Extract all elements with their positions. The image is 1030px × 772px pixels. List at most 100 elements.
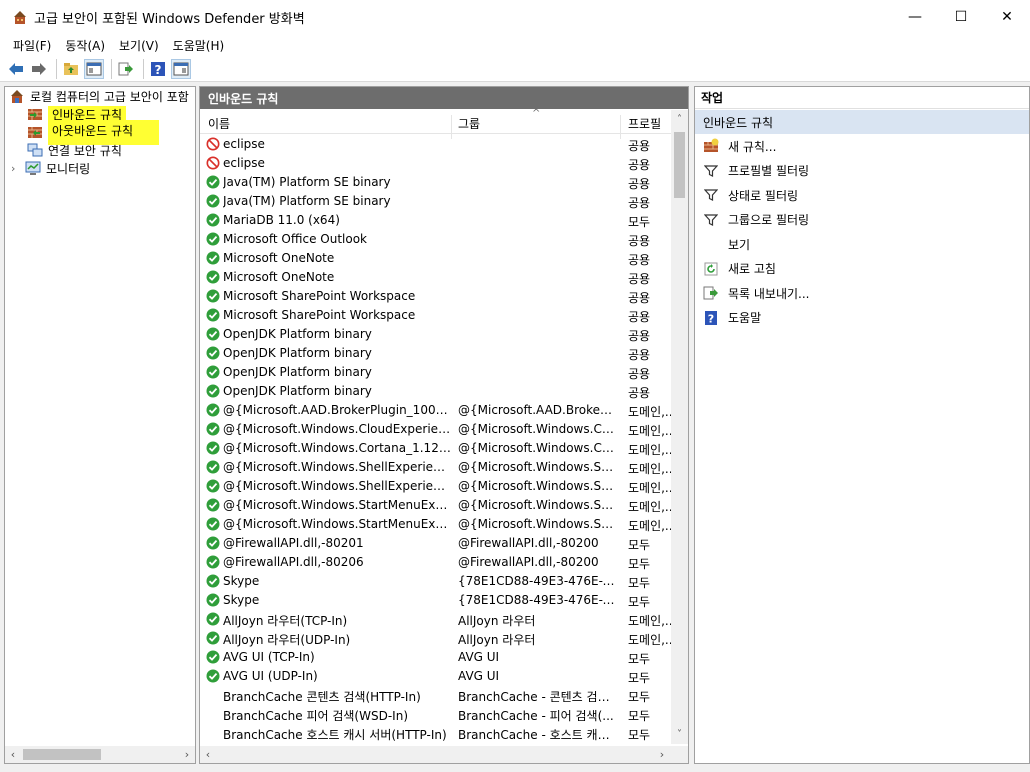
tree-item-monitoring[interactable]: › 모니터링 [11,159,90,177]
action-item[interactable]: 상태로 필터링 [695,183,1029,208]
table-row[interactable]: @{Microsoft.Windows.Cortana_1.12.3.1... @… [200,439,672,458]
table-row[interactable]: AVG UI (TCP-In) AVG UI 모두 [200,648,672,667]
scroll-up-icon[interactable]: ˄ [671,114,688,125]
connection-security-icon [27,143,43,157]
back-button[interactable] [6,59,26,79]
rule-profile: 모두 [628,652,651,666]
rule-profile: 모두 [628,557,651,571]
up-folder-button[interactable] [61,59,81,79]
close-button[interactable]: ✕ [984,0,1030,34]
menu-action[interactable]: 동작(A) [58,37,112,54]
table-row[interactable]: @{Microsoft.Windows.CloudExperience... @{… [200,420,672,439]
table-row[interactable]: AllJoyn 라우터(TCP-In) AllJoyn 라우터 도메인,... [200,610,672,629]
table-row[interactable]: Skype {78E1CD88-49E3-476E-B9... 모두 [200,572,672,591]
column-name-header[interactable]: 이름 [208,115,230,132]
scroll-down-icon[interactable]: ˅ [671,729,688,740]
table-row[interactable]: OpenJDK Platform binary 공용 [200,363,672,382]
table-row[interactable]: @FirewallAPI.dll,-80206 @FirewallAPI.dll,… [200,553,672,572]
menu-bar: 파일(F) 동작(A) 보기(V) 도움말(H) [0,34,1030,56]
rule-profile: 공용 [628,310,651,324]
table-row[interactable]: OpenJDK Platform binary 공용 [200,344,672,363]
allow-rule-icon [206,175,220,189]
rule-profile: 도메인,... [628,405,672,419]
help-button[interactable]: ? [148,59,168,79]
allow-rule-icon [206,612,220,626]
menu-view[interactable]: 보기(V) [112,37,166,54]
rule-group: AVG UI [458,650,500,664]
tree-item-outbound-rules[interactable]: 아웃바운드 규칙 [27,119,160,145]
forward-button[interactable] [29,59,49,79]
table-row[interactable]: BranchCache 피어 검색(WSD-In) BranchCache - 피… [200,705,672,724]
table-row[interactable]: Microsoft OneNote 공용 [200,249,672,268]
filter-icon [703,187,719,203]
scroll-thumb[interactable] [23,749,101,760]
rule-profile: 모두 [628,576,651,590]
expand-chevron-icon[interactable]: › [11,162,25,175]
table-row[interactable]: @{Microsoft.Windows.StartMenuExperie... @… [200,515,672,534]
table-row[interactable]: MariaDB 11.0 (x64) 모두 [200,211,672,230]
maximize-button[interactable]: ☐ [938,0,984,34]
tree-root[interactable]: 로컬 컴퓨터의 고급 보안이 포함 [9,87,189,105]
allow-rule-icon [206,479,220,493]
tree-horizontal-scrollbar[interactable]: ‹ › [5,746,195,763]
rule-name: Skype [223,574,260,588]
table-row[interactable]: @FirewallAPI.dll,-80201 @FirewallAPI.dll,… [200,534,672,553]
actions-section-inbound-rules[interactable]: 인바운드 규칙 [695,110,1029,134]
allow-rule-icon [206,593,220,607]
action-item[interactable]: 새로 고침 [695,257,1029,282]
table-row[interactable]: BranchCache 호스트 캐시 서버(HTTP-In) BranchCach… [200,724,672,743]
rule-group: @{Microsoft.Windows.Shell... [458,479,616,493]
table-row[interactable]: Skype {78E1CD88-49E3-476E-B9... 모두 [200,591,672,610]
action-item[interactable]: ? 도움말 [695,306,1029,331]
tree-item-connection-security-rules[interactable]: 연결 보안 규칙 [27,141,122,159]
scroll-right-icon[interactable]: › [179,748,195,761]
list-vertical-scrollbar[interactable]: ˄ ˅ [671,110,688,744]
show-hide-console-tree-button[interactable] [84,58,104,79]
list-horizontal-scrollbar[interactable]: ‹ › [200,746,688,763]
table-row[interactable]: Microsoft SharePoint Workspace 공용 [200,306,672,325]
table-row[interactable]: Java(TM) Platform SE binary 공용 [200,192,672,211]
table-row[interactable]: Microsoft OneNote 공용 [200,268,672,287]
table-row[interactable]: AVG UI (UDP-In) AVG UI 모두 [200,667,672,686]
scroll-left-icon[interactable]: ‹ [5,748,21,761]
export-list-button[interactable] [116,59,136,79]
rule-profile: 모두 [628,690,651,704]
table-row[interactable]: eclipse 공용 [200,135,672,154]
table-row[interactable]: Microsoft Office Outlook 공용 [200,230,672,249]
rule-profile: 도메인,... [628,443,672,457]
column-profile-header[interactable]: 프로필 [628,115,661,132]
scroll-left-icon[interactable]: ‹ [200,748,216,761]
table-row[interactable]: OpenJDK Platform binary 공용 [200,382,672,401]
table-row[interactable]: @{Microsoft.Windows.ShellExperienceH... @… [200,458,672,477]
action-item[interactable]: 목록 내보내기... [695,281,1029,306]
rule-group: @{Microsoft.AAD.BrokerPlu... [458,403,616,417]
help-icon: ? [703,310,719,326]
outbound-rules-icon [28,127,42,138]
table-row[interactable]: BranchCache 콘텐츠 검색(HTTP-In) BranchCache -… [200,686,672,705]
minimize-button[interactable]: — [892,0,938,34]
blank-icon-slot [703,236,719,252]
action-item[interactable]: 그룹으로 필터링 [695,208,1029,233]
table-row[interactable]: @{Microsoft.Windows.ShellExperienceH... @… [200,477,672,496]
rule-name: @{Microsoft.Windows.Cortana_1.12.3.1... [223,441,451,455]
scroll-right-icon[interactable]: › [654,748,670,761]
table-row[interactable]: Microsoft SharePoint Workspace 공용 [200,287,672,306]
table-row[interactable]: AllJoyn 라우터(UDP-In) AllJoyn 라우터 도메인,... [200,629,672,648]
action-item[interactable]: 프로필별 필터링 [695,159,1029,184]
filter-icon [703,163,719,179]
menu-file[interactable]: 파일(F) [6,37,58,54]
table-row[interactable]: eclipse 공용 [200,154,672,173]
menu-help[interactable]: 도움말(H) [166,37,232,54]
scroll-thumb[interactable] [674,132,685,198]
action-item[interactable]: 새 규칙... [695,134,1029,159]
show-hide-action-pane-button[interactable] [171,58,191,79]
table-row[interactable]: @{Microsoft.AAD.BrokerPlugin_1000.18... @… [200,401,672,420]
rule-name: MariaDB 11.0 (x64) [223,213,340,227]
table-row[interactable]: OpenJDK Platform binary 공용 [200,325,672,344]
back-arrow-icon [9,62,23,75]
table-row[interactable]: @{Microsoft.Windows.StartMenuExperie... @… [200,496,672,515]
column-group-header[interactable]: 그룹 [458,115,480,132]
action-item[interactable]: 보기 [695,232,1029,257]
rule-name: AllJoyn 라우터(TCP-In) [223,614,348,628]
table-row[interactable]: Java(TM) Platform SE binary 공용 [200,173,672,192]
